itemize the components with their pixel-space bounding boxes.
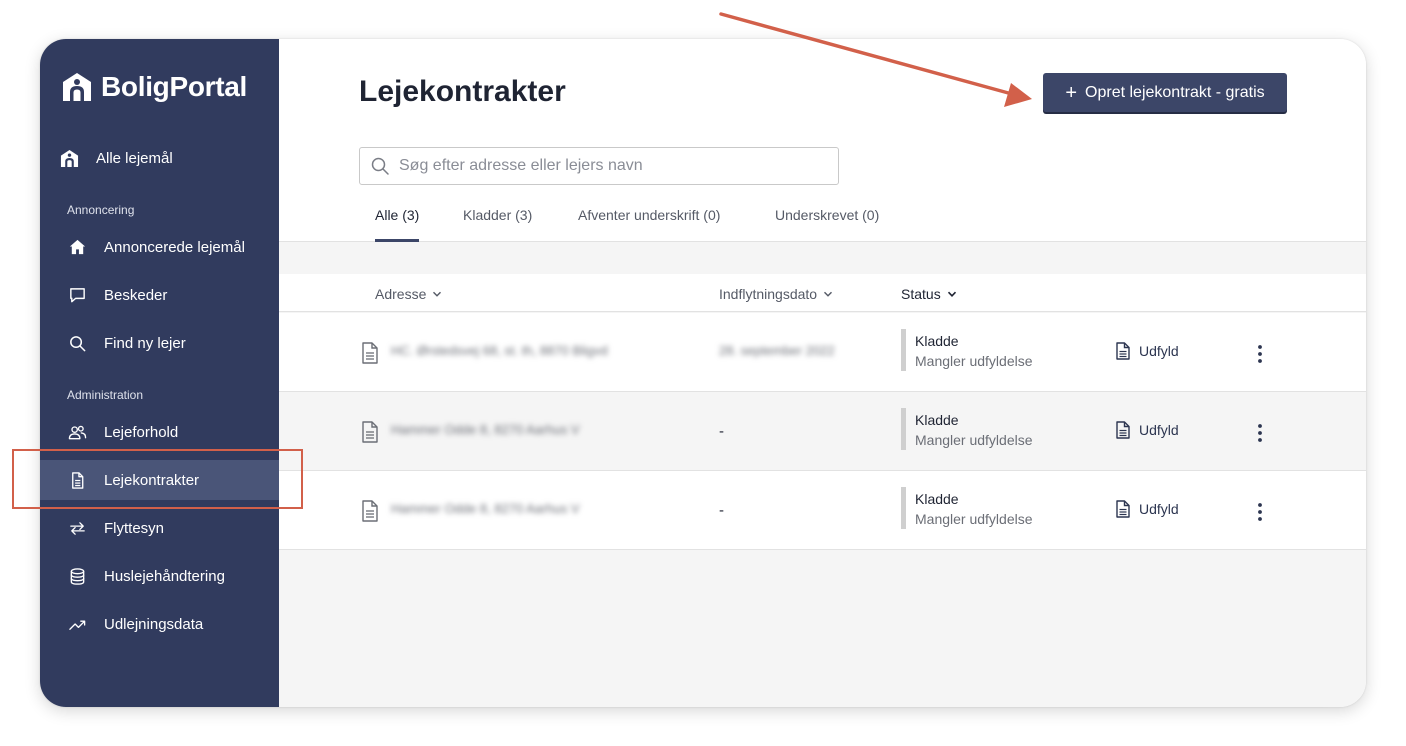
plus-icon: + <box>1065 81 1078 104</box>
status-indicator <box>901 408 906 450</box>
address-text: Hammer Odde 8, 8270 Aarhus V <box>391 501 580 516</box>
tab-all[interactable]: Alle (3) <box>375 207 420 242</box>
sidebar-item-label: Huslejehåndtering <box>104 567 225 585</box>
more-options-icon[interactable] <box>1255 422 1265 444</box>
fill-out-button[interactable]: Udfyld <box>1115 421 1179 439</box>
tab-awaiting-signature[interactable]: Afventer underskrift (0) <box>578 207 720 242</box>
annotation-highlight-box <box>12 449 303 509</box>
search-icon <box>66 332 88 354</box>
status-title: Kladde <box>915 412 959 428</box>
table-row[interactable]: Hammer Odde 8, 8270 Aarhus V - Kladde Ma… <box>279 471 1366 550</box>
status-title: Kladde <box>915 333 959 349</box>
address-text: HC. Ørstedsvej 68, st. th, 8870 Bligvd <box>391 343 608 358</box>
document-icon <box>1116 421 1130 439</box>
section-label-annoncering: Annoncering <box>67 203 135 217</box>
table-row[interactable]: HC. Ørstedsvej 68, st. th, 8870 Bligvd 2… <box>279 313 1366 392</box>
sidebar-item-label: Beskeder <box>104 286 168 304</box>
status-indicator <box>901 487 906 529</box>
status-title: Kladde <box>915 491 959 507</box>
create-contract-label: Opret lejekontrakt - gratis <box>1085 83 1265 101</box>
logo[interactable]: BoligPortal <box>62 71 247 103</box>
status-indicator <box>901 329 906 371</box>
page-header: Lejekontrakter + Opret lejekontrakt - gr… <box>279 39 1366 242</box>
sidebar-item-label: Lejeforhold <box>104 423 179 441</box>
sidebar-item-label: Annoncerede lejemål <box>104 238 245 256</box>
status-detail: Mangler udfyldelse <box>915 353 1033 369</box>
search-input[interactable] <box>399 157 819 175</box>
swap-arrows-icon <box>66 517 88 539</box>
more-options-icon[interactable] <box>1255 343 1265 365</box>
chevron-down-icon <box>433 291 442 297</box>
sidebar-item-tenancies[interactable]: Lejeforhold <box>40 412 279 452</box>
main-content: Lejekontrakter + Opret lejekontrakt - gr… <box>279 39 1366 707</box>
sidebar-item-find-tenant[interactable]: Find ny lejer <box>40 323 279 363</box>
address-text: Hammer Odde 8, 8270 Aarhus V <box>391 422 580 437</box>
chat-icon <box>66 284 88 306</box>
database-icon <box>66 565 88 587</box>
logo-text: BoligPortal <box>101 71 248 102</box>
house-icon <box>66 236 88 258</box>
chevron-down-icon <box>947 291 956 297</box>
column-header-status[interactable]: Status <box>901 286 957 302</box>
fill-out-button[interactable]: Udfyld <box>1115 342 1179 360</box>
create-contract-button[interactable]: + Opret lejekontrakt - gratis <box>1043 73 1287 112</box>
search-box[interactable] <box>359 147 839 185</box>
app-window: BoligPortal Alle lejemål Annoncering Ann… <box>40 39 1366 707</box>
sidebar-item-label: Alle lejemål <box>96 149 173 167</box>
sidebar-item-move-inspection[interactable]: Flyttesyn <box>40 508 279 548</box>
boligportal-logo-icon <box>63 73 91 101</box>
sidebar-item-advertised[interactable]: Annoncerede lejemål <box>40 227 279 267</box>
document-icon <box>1116 500 1130 518</box>
more-options-icon[interactable] <box>1255 501 1265 523</box>
column-header-address[interactable]: Adresse <box>375 286 442 302</box>
page-title: Lejekontrakter <box>359 75 566 108</box>
sidebar: BoligPortal Alle lejemål Annoncering Ann… <box>40 39 279 707</box>
move-in-date: 28. september 2022 <box>719 343 835 358</box>
sidebar-item-rental-data[interactable]: Udlejningsdata <box>40 604 279 644</box>
sidebar-item-rent-management[interactable]: Huslejehåndtering <box>40 556 279 596</box>
column-header-move-in-date[interactable]: Indflytningsdato <box>719 286 833 302</box>
section-label-administration: Administration <box>67 388 144 402</box>
document-icon <box>362 500 378 522</box>
sidebar-item-label: Find ny lejer <box>104 334 186 352</box>
move-in-date: - <box>719 423 724 440</box>
document-icon <box>362 421 378 443</box>
status-detail: Mangler udfyldelse <box>915 511 1033 527</box>
move-in-date: - <box>719 502 724 519</box>
fill-out-button[interactable]: Udfyld <box>1115 500 1179 518</box>
table-row[interactable]: Hammer Odde 8, 8270 Aarhus V - Kladde Ma… <box>279 392 1366 471</box>
home-icon <box>58 147 80 169</box>
search-icon <box>371 157 389 175</box>
tab-signed[interactable]: Underskrevet (0) <box>775 207 879 242</box>
sidebar-item-label: Flyttesyn <box>104 519 165 537</box>
chevron-down-icon <box>824 291 833 297</box>
sidebar-item-all-rentals[interactable]: Alle lejemål <box>40 138 279 178</box>
status-detail: Mangler udfyldelse <box>915 432 1033 448</box>
sidebar-item-messages[interactable]: Beskeder <box>40 275 279 315</box>
sidebar-item-label: Udlejningsdata <box>104 615 204 633</box>
table-header: Adresse Indflytningsdato Status <box>279 274 1366 312</box>
document-icon <box>362 342 378 364</box>
trend-up-icon <box>66 613 88 635</box>
document-icon <box>1116 342 1130 360</box>
tab-drafts[interactable]: Kladder (3) <box>463 207 532 242</box>
people-icon <box>66 421 88 443</box>
